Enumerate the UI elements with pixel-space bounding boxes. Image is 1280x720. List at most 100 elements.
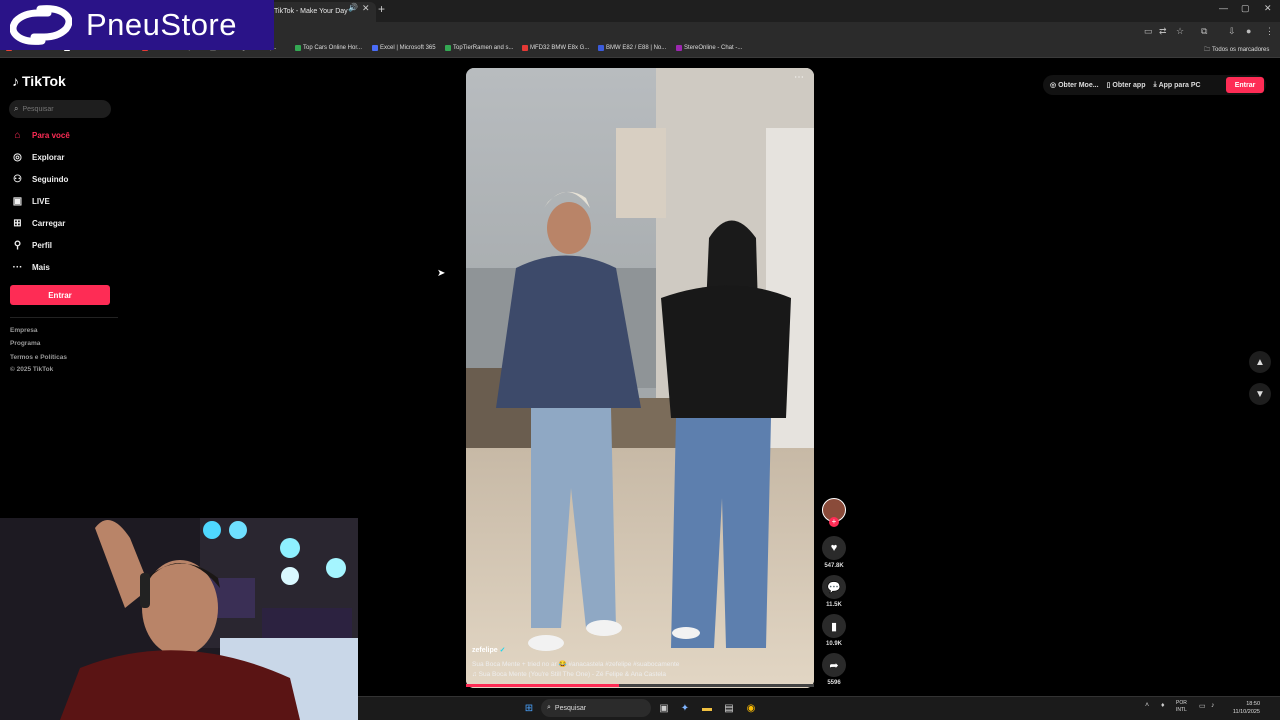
tab-close-icon[interactable]: ✕ (362, 3, 370, 14)
previous-video-button[interactable]: ▲ (1249, 351, 1271, 373)
translate-icon[interactable]: ⇄ (1159, 26, 1167, 37)
video-username[interactable]: zefelipe ✓ (472, 646, 506, 654)
tab-tiktok[interactable]: TikTok - Make Your Day (268, 2, 376, 22)
bookmark-favicon-icon (372, 45, 378, 51)
store-icon[interactable]: ▤ (721, 700, 737, 716)
network-icon[interactable]: ▭ (1199, 702, 1206, 710)
comment-icon: 💬 (827, 581, 841, 594)
share-count: 5596 (827, 680, 841, 686)
topright-login-button[interactable]: Entrar (1226, 77, 1264, 93)
search-box[interactable]: ⌕ (9, 100, 111, 118)
taskbar-search[interactable]: ⌕ Pesquisar (541, 699, 651, 717)
mic-icon[interactable]: ♦ (1161, 702, 1165, 709)
bookmark-item[interactable]: Excel | Microsoft 365 (372, 45, 436, 51)
file-explorer-icon[interactable]: ▬ (699, 700, 715, 716)
save-count: 10.9K (825, 641, 842, 647)
bookmark-favicon-icon (295, 45, 301, 51)
sidebar-item-label: Explorar (32, 152, 65, 162)
video-frame-image (466, 68, 814, 688)
star-icon[interactable]: ☆ (1176, 26, 1184, 37)
sidebar-item-label: Seguindo (32, 174, 69, 184)
video-caption: Sua Boca Mente + tried no ar 😂 #anacaste… (472, 661, 680, 668)
menu-icon[interactable]: ⋮ (1265, 26, 1274, 37)
video-music[interactable]: ♫ Sua Boca Mente (You're Still The One) … (472, 671, 666, 678)
sidebar-item-carregar[interactable]: ⊞ Carregar (11, 214, 65, 232)
comment-count: 11.5K (826, 602, 842, 608)
bookmark-item[interactable]: StereOnline - Chat -... (676, 45, 742, 51)
profile-icon[interactable]: ● (1246, 26, 1251, 36)
downloads-icon[interactable]: ⇩ (1228, 26, 1236, 37)
upload-icon: ⊞ (13, 217, 22, 229)
search-input[interactable] (22, 105, 103, 113)
bookmark-favicon-icon (676, 45, 682, 51)
volume-icon[interactable]: ♪ (1211, 702, 1215, 709)
video-player[interactable] (466, 68, 814, 688)
phone-icon: ▯ (1106, 82, 1111, 89)
bookmark-item[interactable]: Top Cars Online Hor... (295, 45, 362, 51)
sidebar-item-live[interactable]: ▣ LIVE (11, 192, 50, 210)
bookmarks-folder[interactable]: 🗀 Todos os marcadores (1204, 45, 1269, 55)
save-button[interactable]: ▮ (822, 614, 846, 638)
sidebar-item-perfil[interactable]: ⚲ Perfil (11, 236, 52, 254)
login-button[interactable]: Entrar (10, 285, 110, 305)
minimize-button[interactable]: — (1219, 3, 1228, 13)
chrome-icon[interactable]: ◉ (743, 700, 759, 716)
sidebar-item-mais[interactable]: ··· Mais (11, 258, 50, 276)
coin-icon: ◎ (1050, 82, 1057, 89)
maximize-button[interactable]: ▢ (1241, 3, 1250, 14)
pneustore-mark-icon (9, 5, 73, 45)
webcam-image (0, 518, 358, 720)
bookmark-item[interactable]: TopTierRamen and s... (445, 45, 513, 51)
pneustore-logo: PneuStore (0, 0, 274, 50)
tray-overflow-icon[interactable]: ˄ (1145, 702, 1149, 709)
sidebar-item-label: Perfil (32, 240, 53, 250)
cast-icon[interactable]: ▭ (1144, 26, 1153, 37)
sidebar-item-seguindo[interactable]: ⚇ Seguindo (11, 170, 68, 188)
footer-copyright: © 2025 TikTok (10, 366, 54, 373)
get-app-link[interactable]: ▯ Obter app (1106, 81, 1146, 90)
next-video-button[interactable]: ▼ (1249, 383, 1271, 405)
bookmark-favicon-icon (598, 45, 604, 51)
folder-icon: 🗀 (1204, 47, 1211, 53)
sidebar-item-para-você[interactable]: ⌂ Para você (11, 126, 70, 144)
windows-start-icon[interactable]: ⊞ (521, 700, 537, 716)
sidebar-item-label: LIVE (32, 196, 50, 206)
live-icon: ▣ (12, 195, 23, 207)
download-icon: ⤓ (1153, 81, 1157, 88)
bookmark-favicon-icon (522, 45, 528, 51)
window-close-button[interactable]: ✕ (1264, 3, 1272, 14)
tab-speaker-icon[interactable]: 🔊 (348, 3, 358, 12)
heart-icon: ♥ (830, 542, 838, 554)
like-button[interactable]: ♥ (822, 536, 846, 560)
copilot-icon[interactable]: ✦ (677, 700, 693, 716)
tiktok-note-icon: ♪ (12, 73, 19, 89)
tiktok-logo[interactable]: ♪ TikTok (12, 73, 66, 89)
taskbar-clock[interactable]: 18:50 11/10/2025 (1226, 700, 1260, 716)
tab-title: TikTok - Make Your Day (274, 8, 348, 15)
follow-plus-icon[interactable]: + (829, 517, 839, 527)
footer-link-programa[interactable]: Programa (10, 340, 40, 347)
compass-icon: ◎ (13, 151, 22, 163)
footer-link-empresa[interactable]: Empresa (10, 327, 37, 334)
comment-button[interactable]: 💬 (822, 575, 846, 599)
chevron-up-icon: ▲ (1255, 356, 1265, 368)
new-tab-button[interactable]: + (378, 2, 385, 16)
sidebar-item-label: Mais (32, 262, 50, 272)
task-view-icon[interactable]: ▣ (656, 700, 672, 716)
bookmark-item[interactable]: MFD32 BMW E8x G... (522, 45, 589, 51)
sidebar-item-label: Para você (32, 130, 70, 140)
pneustore-brand-text: PneuStore (86, 7, 237, 42)
footer-link-termos[interactable]: Termos e Políticas (10, 354, 67, 361)
get-coins-link[interactable]: ◎ Obter Moe... (1050, 81, 1099, 90)
pc-app-link[interactable]: ⤓ App para PC (1153, 81, 1200, 89)
share-button[interactable]: ➦ (822, 653, 846, 677)
video-progress-fill (466, 684, 620, 687)
language-indicator[interactable]: POR INTL (1176, 700, 1187, 714)
extensions-icon[interactable]: ⧉ (1201, 26, 1207, 37)
video-more-icon[interactable]: ⋯ (794, 72, 804, 83)
bookmark-item[interactable]: BMW E82 / E88 | No... (598, 45, 666, 51)
sidebar-item-explorar[interactable]: ◎ Explorar (11, 148, 64, 166)
like-count: 547.8K (824, 563, 844, 569)
search-icon: ⌕ (14, 104, 19, 113)
sidebar-divider (10, 317, 118, 318)
